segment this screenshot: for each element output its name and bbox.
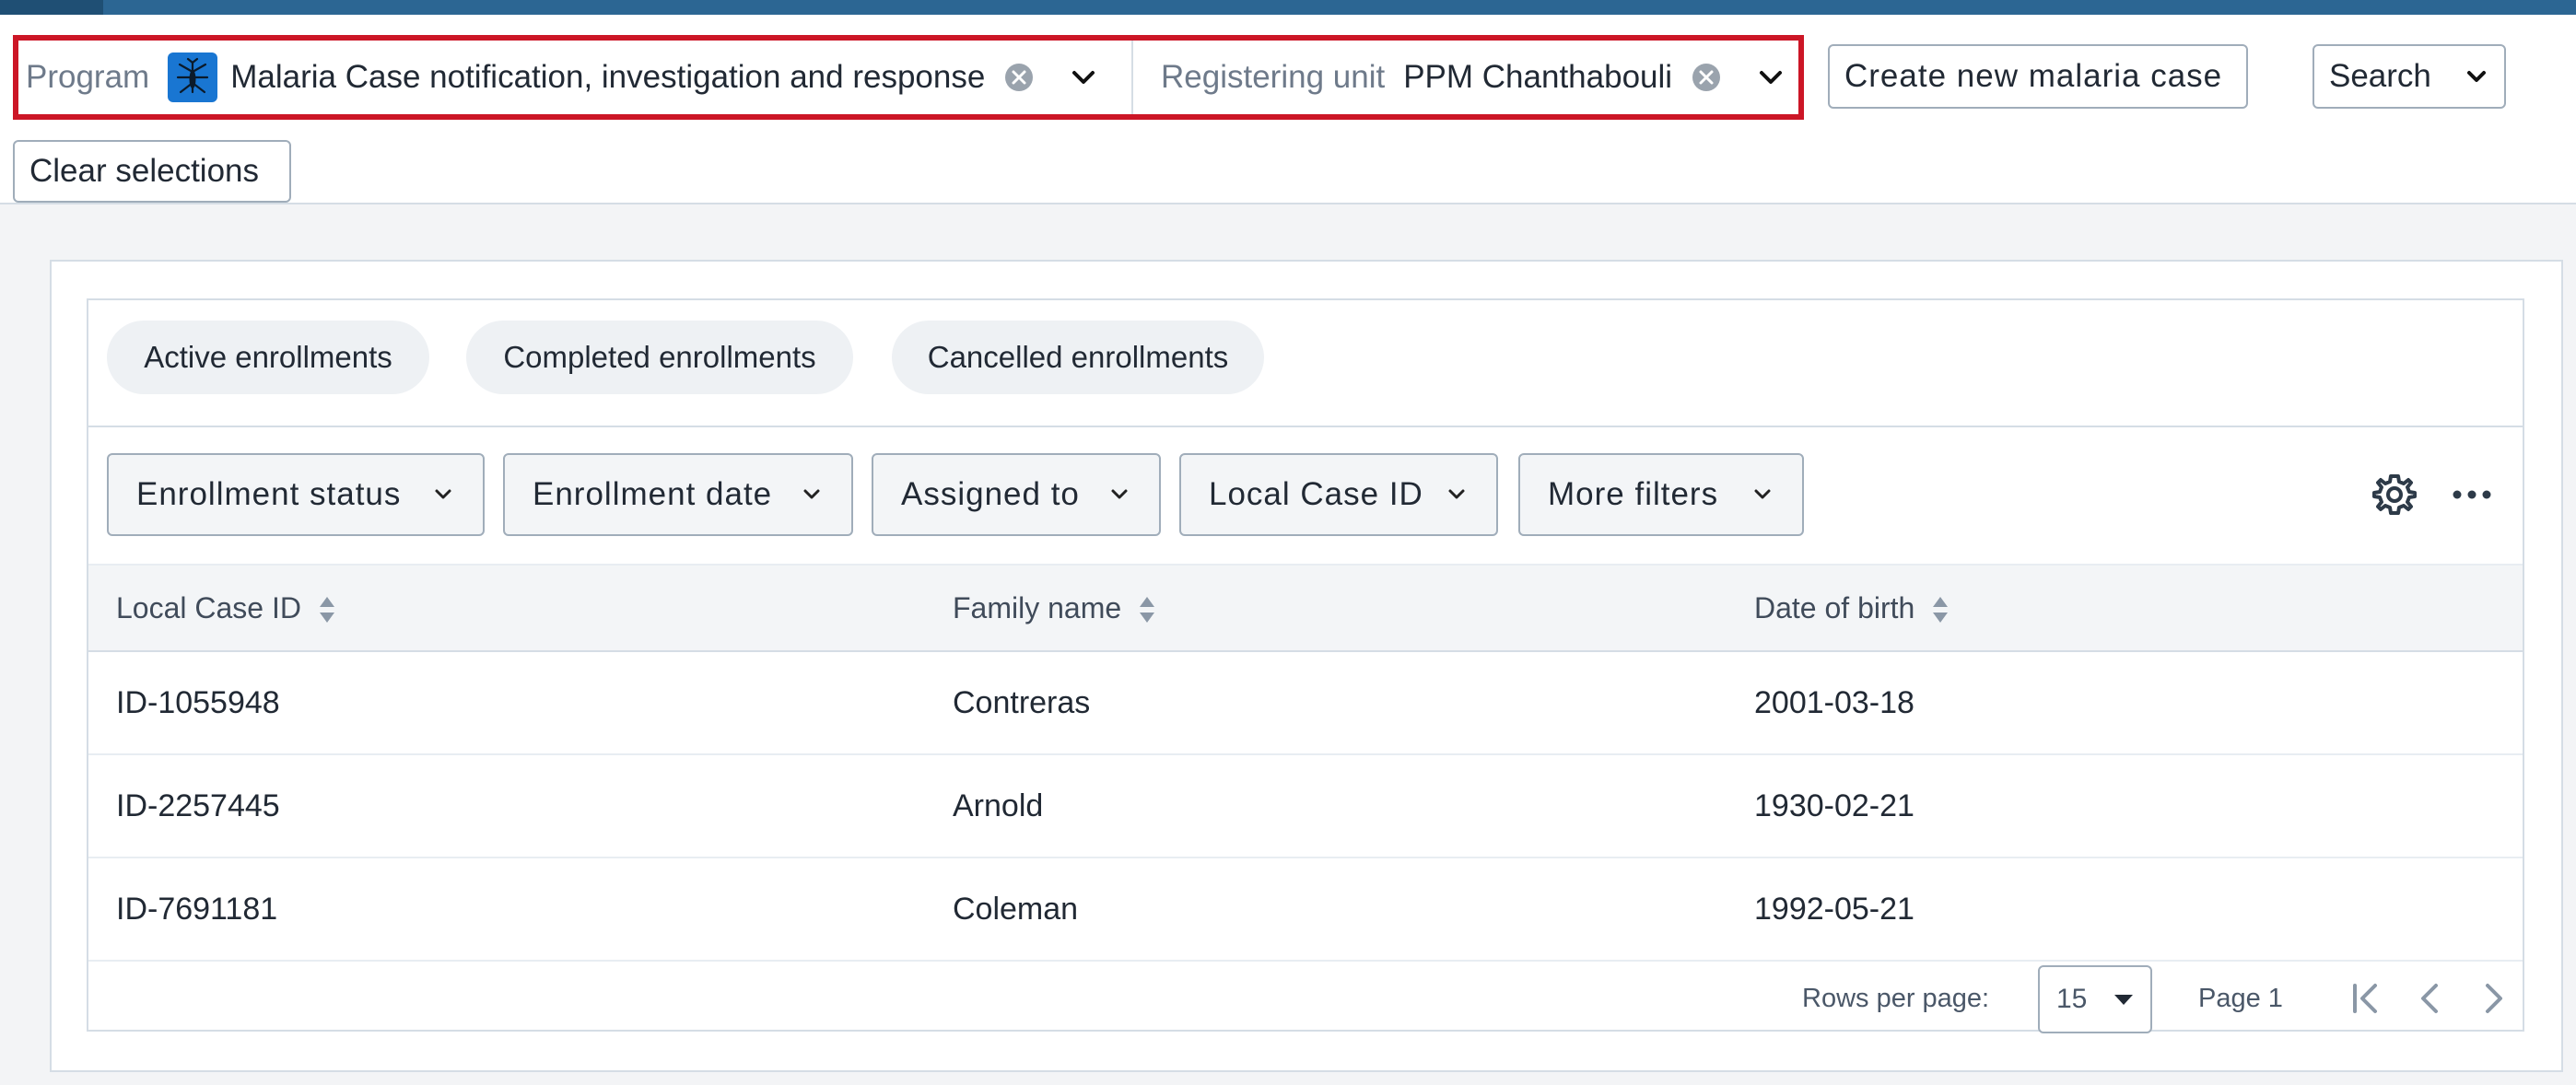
column-header-family-name[interactable]: Family name xyxy=(925,564,1727,652)
filter-enrollment-date[interactable]: Enrollment date xyxy=(503,453,853,536)
program-label: Program xyxy=(26,59,150,95)
search-chevron-down-icon xyxy=(2467,71,2486,82)
scope-selector: Program Malaria Case notification, inves… xyxy=(13,35,1804,120)
caret-down-icon xyxy=(2114,995,2133,1005)
filter-more-filters[interactable]: More filters xyxy=(1518,453,1804,536)
filter-label: Local Case ID xyxy=(1209,476,1423,512)
unit-value: PPM Chanthabouli xyxy=(1403,59,1673,95)
chevron-down-icon xyxy=(1754,489,1771,499)
rows-per-page-label: Rows per page: xyxy=(1802,984,1990,1013)
cell-date-of-birth: 1992-05-21 xyxy=(1727,858,2523,962)
unit-label: Registering unit xyxy=(1161,59,1386,95)
search-label: Search xyxy=(2329,58,2431,94)
org-unit-selector[interactable]: Registering unit PPM Chanthabouli xyxy=(1161,41,1798,114)
filter-label: Assigned to xyxy=(901,476,1080,512)
enrollment-segments: Active enrollments Completed enrollments… xyxy=(88,300,2523,427)
gear-icon[interactable] xyxy=(2371,472,2418,518)
sort-icon[interactable] xyxy=(318,595,336,624)
chevron-down-icon xyxy=(1111,489,1128,499)
table-row[interactable]: ID-7691181 Coleman 1992-05-21 xyxy=(88,858,2523,962)
column-label: Date of birth xyxy=(1754,590,1915,624)
chevron-down-icon xyxy=(435,489,451,499)
table-header-row: Local Case ID Family name Date of birth xyxy=(88,564,2523,652)
rows-per-page-value: 15 xyxy=(2056,984,2088,1014)
filter-local-case-id[interactable]: Local Case ID xyxy=(1179,453,1498,536)
column-header-local-case-id[interactable]: Local Case ID xyxy=(88,564,925,652)
filter-assigned-to[interactable]: Assigned to xyxy=(872,453,1161,536)
segment-active-enrollments[interactable]: Active enrollments xyxy=(107,321,429,394)
program-value: Malaria Case notification, investigation… xyxy=(230,59,986,95)
column-header-date-of-birth[interactable]: Date of birth xyxy=(1727,564,2523,652)
next-page-icon[interactable] xyxy=(2473,978,2513,1019)
table-row[interactable]: ID-1055948 Contreras 2001-03-18 xyxy=(88,651,2523,755)
page-indicator: Page 1 xyxy=(2198,984,2283,1013)
clear-selections-label: Clear selections xyxy=(29,153,259,189)
sort-icon[interactable] xyxy=(1138,595,1156,624)
cell-local-case-id: ID-2257445 xyxy=(88,754,925,858)
filter-label: Enrollment date xyxy=(533,476,773,512)
segment-cancelled-enrollments[interactable]: Cancelled enrollments xyxy=(892,321,1264,394)
rows-per-page-select[interactable]: 15 xyxy=(2038,965,2152,1033)
table-row[interactable]: ID-2257445 Arnold 1930-02-21 xyxy=(88,754,2523,858)
clear-unit-icon[interactable] xyxy=(1691,62,1722,93)
cell-local-case-id: ID-1055948 xyxy=(88,651,925,755)
clear-program-icon[interactable] xyxy=(1003,62,1035,93)
unit-chevron-down-icon[interactable] xyxy=(1755,62,1786,93)
column-label: Local Case ID xyxy=(116,590,301,624)
scope-divider xyxy=(1131,41,1133,114)
filter-label: Enrollment status xyxy=(136,476,402,512)
clear-selections-button[interactable]: Clear selections xyxy=(13,140,291,203)
more-options-icon[interactable] xyxy=(2449,472,2495,518)
mosquito-icon xyxy=(168,52,218,102)
working-list: Active enrollments Completed enrollments… xyxy=(87,298,2524,1033)
cell-date-of-birth: 1930-02-21 xyxy=(1727,754,2523,858)
search-button[interactable]: Search xyxy=(2313,44,2506,109)
cell-family-name: Contreras xyxy=(925,651,1727,755)
segment-completed-enrollments[interactable]: Completed enrollments xyxy=(466,321,853,394)
previous-page-icon[interactable] xyxy=(2410,978,2451,1019)
cell-local-case-id: ID-7691181 xyxy=(88,858,925,962)
filter-enrollment-status[interactable]: Enrollment status xyxy=(107,453,485,536)
filter-label: More filters xyxy=(1548,476,1719,512)
header-bar-left xyxy=(0,0,103,15)
first-page-icon[interactable] xyxy=(2346,978,2386,1019)
program-selector[interactable]: Program Malaria Case notification, inves… xyxy=(18,41,1131,114)
chevron-down-icon xyxy=(1448,489,1465,499)
program-chevron-down-icon[interactable] xyxy=(1068,62,1099,93)
cell-family-name: Coleman xyxy=(925,858,1727,962)
cell-date-of-birth: 2001-03-18 xyxy=(1727,651,2523,755)
sort-icon[interactable] xyxy=(1931,595,1950,624)
create-new-label: Create new malaria case xyxy=(1844,58,2223,94)
pagination: Rows per page: 15 Page 1 xyxy=(88,963,2523,1033)
cell-family-name: Arnold xyxy=(925,754,1727,858)
create-new-button[interactable]: Create new malaria case xyxy=(1828,44,2248,109)
header-bar xyxy=(0,0,2576,15)
filter-bar: Enrollment status Enrollment date Assign… xyxy=(88,426,2523,564)
chevron-down-icon xyxy=(803,489,820,499)
column-label: Family name xyxy=(953,590,1122,624)
cases-table: Local Case ID Family name Date of birth … xyxy=(88,564,2523,962)
context-toolbar: Program Malaria Case notification, inves… xyxy=(0,15,2576,204)
